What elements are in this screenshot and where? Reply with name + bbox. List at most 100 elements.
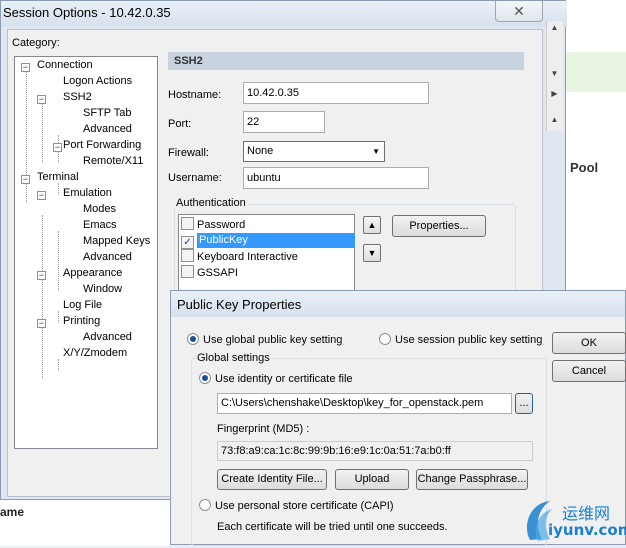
properties-button[interactable]: Properties...	[392, 215, 486, 237]
tree-item-modes[interactable]: Modes	[83, 203, 116, 215]
auth-method-keyboard-interactive[interactable]: Keyboard Interactive	[181, 249, 349, 264]
scroll-up-icon[interactable]: ▲	[549, 115, 560, 127]
dialog-title: Public Key Properties	[177, 297, 302, 312]
close-icon: ✕	[513, 3, 525, 19]
tree-item-emulation-advanced[interactable]: Advanced	[83, 251, 132, 263]
watermark-url: iyunv.com	[548, 521, 626, 539]
tree-item-label: Connection	[37, 59, 93, 71]
browse-button[interactable]: ...	[515, 393, 533, 414]
list-item-label: GSSAPI	[197, 267, 238, 279]
list-item-label: Password	[197, 219, 246, 231]
radio-label: Use global public key setting	[203, 334, 343, 346]
tree-item-ssh2-advanced[interactable]: Advanced	[83, 123, 132, 135]
radio-selected-icon[interactable]	[199, 372, 211, 384]
hostname-label: Hostname:	[168, 89, 222, 101]
background-pool-label: Pool	[570, 160, 599, 175]
tree-item-label: Advanced	[83, 331, 132, 343]
dialog-title-bar[interactable]: Public Key Properties	[171, 291, 625, 317]
background-scrollbar[interactable]: ▲ ▼ ▶ ▲	[546, 21, 563, 131]
tree-item-remote-x11[interactable]: Remote/X11	[83, 155, 143, 167]
firewall-label: Firewall:	[168, 147, 209, 159]
list-item-label: PublicKey	[197, 233, 355, 248]
auth-method-list[interactable]: Password ✓ PublicKey Keyboard Interactive…	[178, 214, 355, 296]
tree-item-label: Remote/X11	[83, 155, 144, 167]
background-highlight	[556, 52, 626, 92]
cancel-button[interactable]: Cancel	[552, 360, 626, 382]
tree-item-mapped-keys[interactable]: Mapped Keys	[83, 235, 150, 247]
auth-method-password[interactable]: Password	[181, 217, 349, 232]
authentication-group-label: Authentication	[174, 197, 248, 209]
title-bar[interactable]: Session Options - 10.42.0.35 ✕	[1, 1, 567, 27]
tree-item-label: Mapped Keys	[83, 235, 151, 247]
tree-item-log-file[interactable]: Log File	[63, 299, 102, 311]
list-item-label: Keyboard Interactive	[197, 251, 298, 263]
tree-item-label: Window	[83, 283, 123, 295]
port-label: Port:	[168, 118, 192, 130]
auth-method-gssapi[interactable]: GSSAPI	[181, 265, 349, 280]
tree-item-label: SFTP Tab	[83, 107, 132, 119]
collapse-icon[interactable]: −	[21, 175, 30, 184]
tree-item-label: X/Y/Zmodem	[63, 347, 128, 359]
chevron-down-icon: ▼	[372, 147, 380, 156]
tree-item-label: Emulation	[63, 187, 112, 199]
create-identity-file-button[interactable]: Create Identity File...	[217, 469, 327, 490]
window-title: Session Options - 10.42.0.35	[3, 5, 171, 20]
collapse-icon[interactable]: −	[37, 319, 46, 328]
tree-item-label: Advanced	[83, 251, 132, 263]
use-global-radio[interactable]: Use global public key setting	[187, 333, 342, 346]
tree-line	[58, 231, 59, 291]
checkbox-icon[interactable]	[181, 249, 194, 262]
firewall-value: None	[247, 145, 274, 157]
move-up-button[interactable]: ▲	[363, 216, 381, 234]
tree-item-label: Log File	[63, 299, 103, 311]
change-passphrase-button[interactable]: Change Passphrase...	[416, 469, 528, 490]
collapse-icon[interactable]: −	[37, 271, 46, 280]
use-identity-radio[interactable]: Use identity or certificate file	[199, 372, 353, 385]
radio-label: Use personal store certificate (CAPI)	[215, 500, 394, 512]
tree-item-xyzmodem[interactable]: X/Y/Zmodem	[63, 347, 127, 359]
scroll-up-icon[interactable]: ▲	[549, 23, 560, 35]
ok-button[interactable]: OK	[552, 332, 626, 354]
certificate-note: Each certificate will be tried until one…	[217, 521, 448, 533]
radio-label: Use identity or certificate file	[215, 373, 353, 385]
upload-button[interactable]: Upload	[335, 469, 409, 490]
identity-file-input[interactable]: C:\Users\chenshake\Desktop\key_for_opens…	[217, 393, 512, 414]
scroll-down-icon[interactable]: ▼	[549, 69, 560, 81]
tree-item-printing-advanced[interactable]: Advanced	[83, 331, 132, 343]
username-label: Username:	[168, 172, 222, 184]
category-tree[interactable]: − Connection Logon Actions − SSH2 SFTP Tab…	[14, 56, 158, 449]
collapse-icon[interactable]: −	[53, 143, 62, 152]
collapse-icon[interactable]: −	[21, 63, 30, 72]
checkbox-checked-icon[interactable]: ✓	[181, 236, 194, 249]
triangle-up-icon: ▲	[367, 220, 377, 230]
tree-line	[42, 215, 43, 379]
collapse-icon[interactable]: −	[37, 191, 46, 200]
tree-item-emacs[interactable]: Emacs	[83, 219, 117, 231]
fingerprint-value: 73:f8:a9:ca:1c:8c:99:9b:16:e9:1c:0a:51:7…	[217, 441, 533, 461]
close-button[interactable]: ✕	[495, 1, 543, 22]
port-input[interactable]: 22	[243, 111, 325, 133]
tree-line	[58, 183, 59, 195]
auth-method-publickey[interactable]: ✓ PublicKey	[181, 233, 355, 249]
tree-item-label: SSH2	[63, 91, 92, 103]
tree-item-logon-actions[interactable]: Logon Actions	[63, 75, 132, 87]
scroll-right-icon[interactable]: ▶	[549, 89, 560, 101]
radio-icon[interactable]	[199, 499, 211, 511]
radio-selected-icon[interactable]	[187, 333, 199, 345]
category-label: Category:	[12, 37, 60, 49]
tree-item-window[interactable]: Window	[83, 283, 122, 295]
use-personal-store-radio[interactable]: Use personal store certificate (CAPI)	[199, 499, 394, 512]
background-name-label: ame	[0, 505, 25, 519]
section-header: SSH2	[168, 52, 524, 70]
checkbox-icon[interactable]	[181, 217, 194, 230]
username-input[interactable]: ubuntu	[243, 167, 429, 189]
move-down-button[interactable]: ▼	[363, 244, 381, 262]
watermark-logo: 运维网 iyunv.com	[520, 495, 626, 545]
radio-icon[interactable]	[379, 333, 391, 345]
collapse-icon[interactable]: −	[37, 95, 46, 104]
firewall-select[interactable]: None ▼	[243, 141, 385, 162]
hostname-input[interactable]: 10.42.0.35	[243, 82, 429, 104]
tree-item-sftp-tab[interactable]: SFTP Tab	[83, 107, 132, 119]
use-session-radio[interactable]: Use session public key setting	[379, 333, 542, 346]
checkbox-icon[interactable]	[181, 265, 194, 278]
